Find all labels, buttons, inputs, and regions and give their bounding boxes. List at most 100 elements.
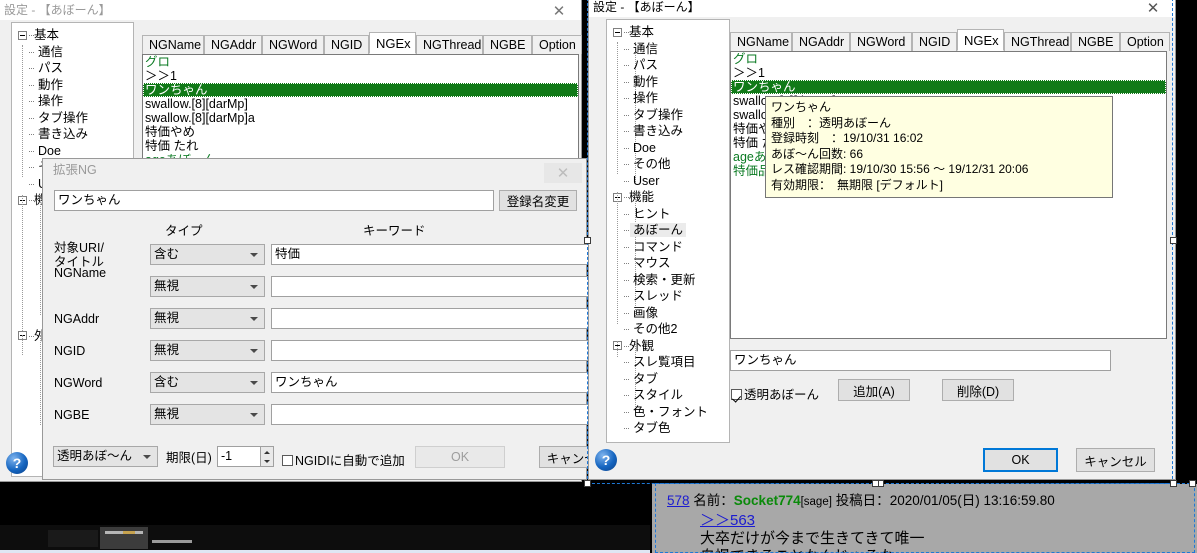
tab-ngid[interactable]: NGID <box>324 35 369 54</box>
post-reply-link[interactable]: ＞＞563 <box>700 512 755 530</box>
resize-handle-bottom-right[interactable] <box>1170 480 1177 487</box>
resize-handle-bottom-left[interactable] <box>584 480 591 487</box>
tree-item-tsushin[interactable]: 通信 <box>12 44 133 61</box>
add-button[interactable]: 追加(A) <box>838 379 910 401</box>
tree-item-tab[interactable]: タブ <box>607 371 729 388</box>
list-item[interactable]: 特価やめ <box>143 125 578 139</box>
auto-add-ngid-checkbox[interactable]: NGIDIに自動で追加 <box>282 450 405 469</box>
tab-ngword[interactable]: NGWord <box>850 32 912 51</box>
tree-item-sonota2[interactable]: その他2 <box>607 321 729 338</box>
tree-group-appearance[interactable]: 外観 <box>607 338 729 355</box>
tree-item-sonota[interactable]: その他 <box>607 156 729 173</box>
keyword-input-target-uri[interactable]: 特価 <box>271 244 622 265</box>
tab-ngex[interactable]: NGEx <box>369 32 416 54</box>
collapse-icon[interactable] <box>613 27 622 37</box>
tree-item-dousa[interactable]: 動作 <box>607 74 729 91</box>
rename-button[interactable]: 登録名変更 <box>499 190 577 211</box>
post-reply-link-text[interactable]: ＞＞563 <box>700 512 755 529</box>
checkbox-box[interactable] <box>731 389 742 400</box>
left-tab-strip[interactable]: NGName NGAddr NGWord NGID NGEx NGThread … <box>142 32 582 54</box>
type-select-ngid[interactable]: 無視 <box>150 340 265 361</box>
close-icon[interactable]: ✕ <box>537 0 581 22</box>
close-icon[interactable]: ✕ <box>544 163 582 183</box>
right-name-input[interactable]: ワンちゃん <box>730 350 1111 371</box>
tab-ngaddr[interactable]: NGAddr <box>792 32 850 51</box>
tree-item-tab-sousa[interactable]: タブ操作 <box>607 107 729 124</box>
post-handle-top-right[interactable] <box>1189 480 1196 487</box>
tree-item-path[interactable]: パス <box>607 57 729 74</box>
list-item[interactable]: 特価 たれ <box>143 139 578 153</box>
extended-ng-dialog[interactable]: 拡張NG ✕ ワンちゃん 登録名変更 タイプ キーワード 対象URI/ タイトル… <box>42 158 622 480</box>
type-select-ngname[interactable]: 無視 <box>150 276 265 297</box>
tab-ngbe[interactable]: NGBE <box>1071 32 1120 51</box>
tree-item-kakikomi[interactable]: 書き込み <box>607 123 729 140</box>
list-item[interactable]: ＞＞1 <box>143 69 578 83</box>
ok-button[interactable]: OK <box>983 448 1058 472</box>
term-days-stepper[interactable] <box>261 446 274 467</box>
tree-item-path[interactable]: パス <box>12 60 133 77</box>
tree-item-kakikomi[interactable]: 書き込み <box>12 126 133 143</box>
left-ng-listbox[interactable]: グロ ＞＞1 ワンちゃん swallow.[8][darMp] swallow.… <box>142 54 579 174</box>
collapse-icon[interactable] <box>18 30 27 40</box>
tree-item-tab-color[interactable]: タブ色 <box>607 420 729 437</box>
post-handle-top-mid[interactable] <box>872 480 879 487</box>
list-item[interactable]: swallow.[8][darMp]a <box>143 111 578 125</box>
tab-ngid[interactable]: NGID <box>912 32 957 51</box>
resize-handle-right-mid[interactable] <box>1170 237 1177 244</box>
list-item[interactable]: グロ <box>143 55 578 69</box>
list-item[interactable]: ワンちゃん <box>731 80 1166 94</box>
tab-ngbe[interactable]: NGBE <box>483 35 532 54</box>
tree-item-sousa[interactable]: 操作 <box>607 90 729 107</box>
term-days-input[interactable]: -1 <box>217 446 261 467</box>
type-select-ngbe[interactable]: 無視 <box>150 404 265 425</box>
keyword-input-ngname[interactable] <box>271 276 622 297</box>
cancel-button[interactable]: キャンセル <box>1076 448 1155 472</box>
tree-item-tab-sousa[interactable]: タブ操作 <box>12 110 133 127</box>
tab-ngaddr[interactable]: NGAddr <box>204 35 262 54</box>
tab-ngname[interactable]: NGName <box>730 32 792 51</box>
type-select-target-uri[interactable]: 含む <box>150 244 265 265</box>
tree-item-thread-list-items[interactable]: スレ覧項目 <box>607 354 729 371</box>
type-select-ngaddr[interactable]: 無視 <box>150 308 265 329</box>
help-icon[interactable]: ? <box>595 449 617 471</box>
sidebar-item-abone[interactable]: あぼーん <box>607 222 729 239</box>
tab-ngword[interactable]: NGWord <box>262 35 324 54</box>
delete-button[interactable]: 削除(D) <box>942 379 1014 401</box>
list-item[interactable]: swallow.[8][darMp] <box>143 97 578 111</box>
type-select-ngword[interactable]: 含む <box>150 372 265 393</box>
stepper-up-icon[interactable] <box>261 447 273 457</box>
registration-name-input[interactable]: ワンちゃん <box>54 190 494 211</box>
tree-item-dousa[interactable]: 動作 <box>12 77 133 94</box>
checkbox-box[interactable] <box>282 455 293 466</box>
keyword-input-ngword[interactable]: ワンちゃん <box>271 372 622 393</box>
transparent-abone-checkbox[interactable]: 透明あぼーん <box>731 384 819 403</box>
close-icon[interactable]: ✕ <box>1131 0 1175 19</box>
tree-item-sousa[interactable]: 操作 <box>12 93 133 110</box>
tree-item-style[interactable]: スタイル <box>607 387 729 404</box>
tab-option[interactable]: Option <box>532 35 582 54</box>
tree-item-search-update[interactable]: 検索・更新 <box>607 272 729 289</box>
list-item[interactable]: ワンちゃん <box>143 83 578 97</box>
keyword-input-ngbe[interactable] <box>271 404 622 425</box>
tab-ngex[interactable]: NGEx <box>957 29 1004 51</box>
tab-option[interactable]: Option <box>1120 32 1170 51</box>
abone-mode-select[interactable]: 透明あぼ〜ん <box>53 446 158 467</box>
tab-ngthread[interactable]: NGThread <box>416 35 483 54</box>
tree-group-basic[interactable]: 基本 <box>607 24 729 41</box>
ok-button[interactable]: OK <box>415 446 505 468</box>
list-item[interactable]: グロ <box>731 52 1166 66</box>
tree-item-command[interactable]: コマンド <box>607 239 729 256</box>
tab-ngthread[interactable]: NGThread <box>1004 32 1071 51</box>
taskbar-thumbnail-1[interactable] <box>48 530 98 547</box>
tree-group-basic[interactable]: 基本 <box>12 27 133 44</box>
tree-item-hint[interactable]: ヒント <box>607 206 729 223</box>
list-item[interactable]: ＞＞1 <box>731 66 1166 80</box>
keyword-input-ngid[interactable] <box>271 340 622 361</box>
tree-item-image[interactable]: 画像 <box>607 305 729 322</box>
right-tree-view[interactable]: 基本 通信 パス 動作 操作 タブ操作 書き込み Doe その他 User 機能… <box>606 19 730 443</box>
tree-item-doe[interactable]: Doe <box>607 140 729 157</box>
right-settings-window[interactable]: 設定 - 【あぼーん】 ✕ 基本 通信 パス 動作 操作 タブ操作 書き込み D… <box>588 0 1176 480</box>
keyword-input-ngaddr[interactable] <box>271 308 622 329</box>
tree-item-doe[interactable]: Doe <box>12 143 133 160</box>
taskbar-thumbnail-3[interactable] <box>152 540 192 543</box>
